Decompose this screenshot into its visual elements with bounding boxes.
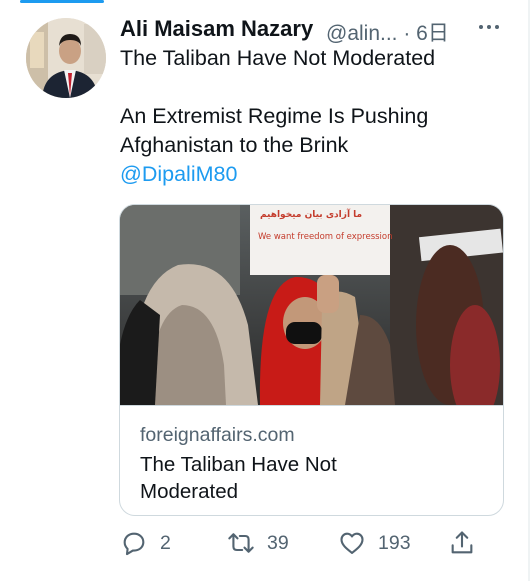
share-button[interactable]: [448, 526, 476, 560]
svg-text:ما آزادی بیان میخواهیم: ما آزادی بیان میخواهیم: [260, 208, 362, 220]
like-icon: [340, 532, 364, 554]
author-name[interactable]: Ali Maisam Nazary: [120, 16, 313, 42]
retweet-icon: [228, 533, 254, 553]
card-title-line: The Taliban Have Not: [140, 453, 337, 476]
reply-button[interactable]: 2: [120, 526, 171, 560]
tweet[interactable]: Ali Maisam Nazary @alin... · 6日 The Tali…: [0, 0, 528, 581]
card-divider: [120, 405, 503, 406]
mention-link[interactable]: @DipaliM80: [120, 160, 516, 189]
tweet-header: Ali Maisam Nazary @alin... · 6日: [120, 14, 512, 47]
tweet-text: The Taliban Have Not Moderated An Extrem…: [120, 44, 516, 189]
avatar[interactable]: [26, 18, 106, 98]
link-card[interactable]: ما آزادی بیان میخواهیم We want freedom o…: [119, 204, 504, 516]
card-title[interactable]: The Taliban Have Not Moderated: [140, 451, 480, 505]
share-icon: [451, 531, 473, 554]
tweet-text-line: An Extremist Regime Is Pushing: [120, 104, 429, 128]
card-domain[interactable]: foreignaffairs.com: [140, 424, 295, 447]
more-icon[interactable]: [478, 20, 500, 34]
tweet-text-line: Afghanistan to the Brink: [120, 133, 349, 157]
tweet-actions: 2 39 193: [120, 526, 520, 560]
author-handle-time[interactable]: @alin... · 6日: [326, 17, 449, 47]
retweet-button[interactable]: 39: [227, 526, 289, 560]
reply-icon: [123, 532, 145, 556]
like-count: 193: [378, 531, 411, 554]
like-button[interactable]: 193: [338, 526, 411, 560]
card-image-sign-text: We want freedom of expression: [258, 232, 393, 242]
tweet-text-line: The Taliban Have Not Moderated: [120, 46, 436, 70]
card-image: ما آزادی بیان میخواهیم We want freedom o…: [120, 205, 503, 405]
retweet-count: 39: [267, 531, 289, 554]
card-title-line: Moderated: [140, 480, 239, 503]
reply-count: 2: [160, 531, 171, 554]
tweet-text-gap: [120, 73, 516, 102]
